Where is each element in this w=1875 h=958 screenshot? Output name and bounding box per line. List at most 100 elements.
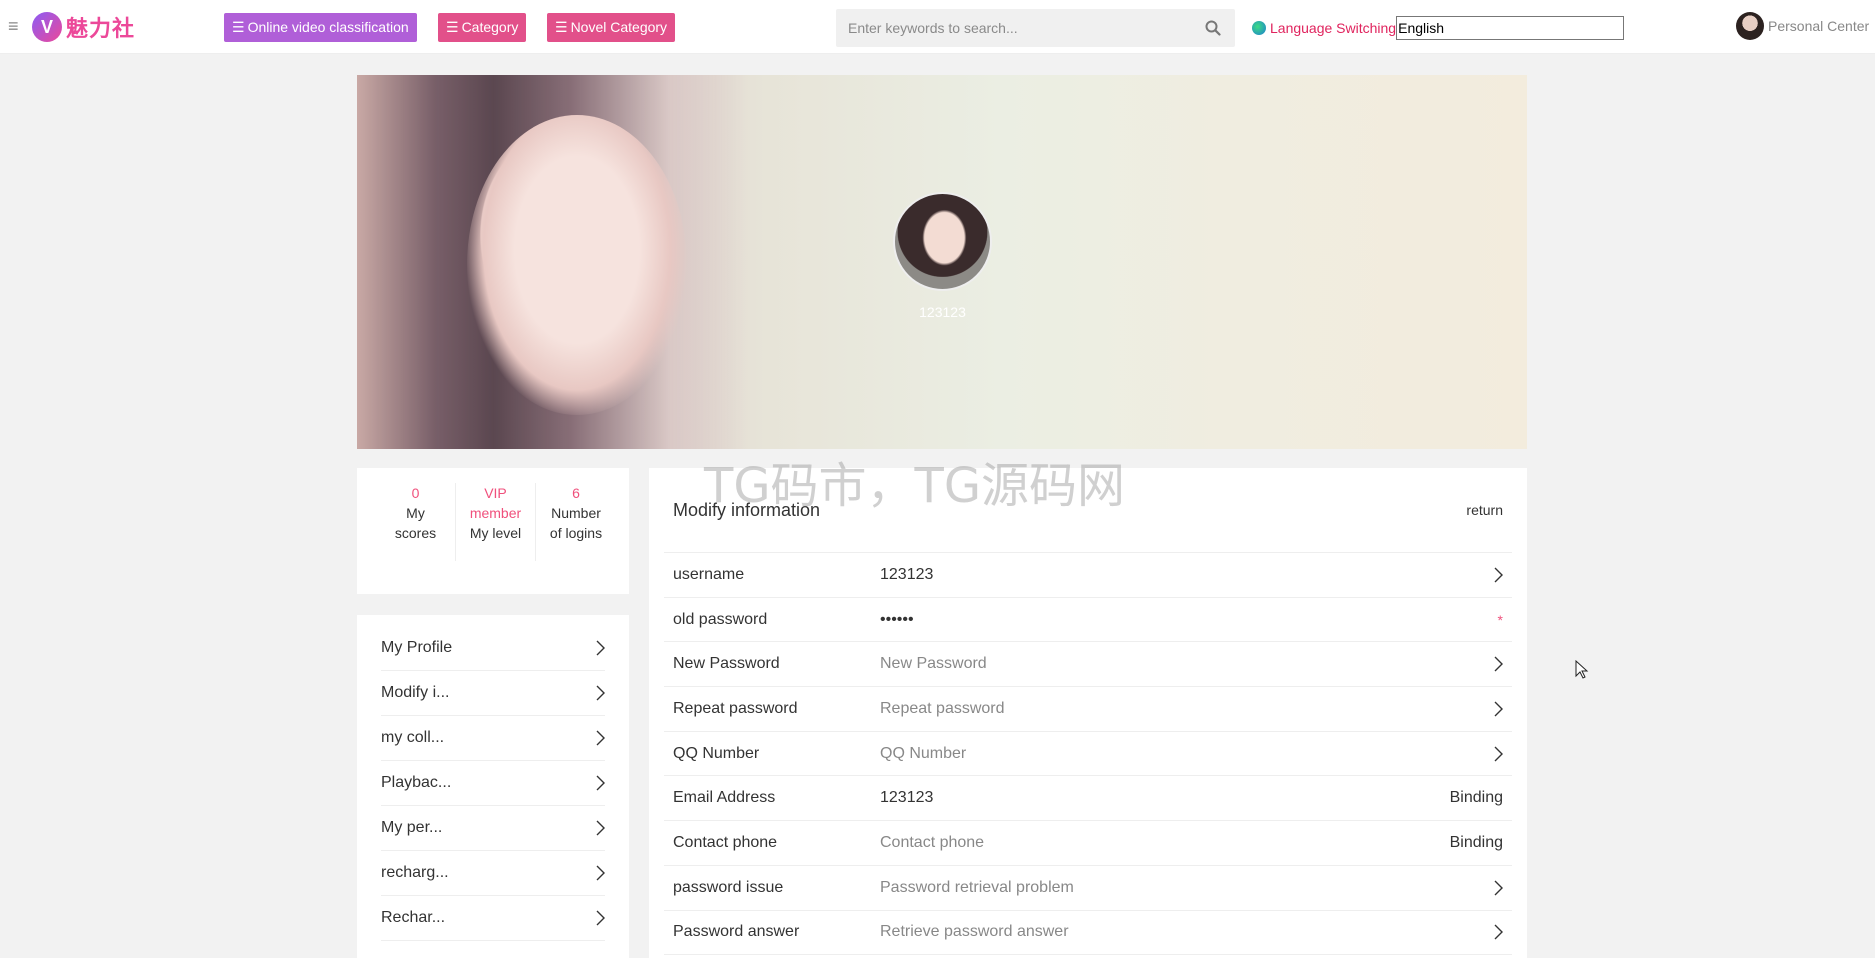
email-value: 123123 — [880, 789, 934, 807]
language-switcher: Language Switching English — [1252, 16, 1625, 40]
field-label: QQ Number — [673, 744, 760, 762]
repeat-password-field[interactable] — [880, 699, 1433, 718]
language-select[interactable]: English — [1396, 16, 1625, 40]
chevron-right-icon — [1494, 656, 1503, 672]
stat-value: 6 — [572, 485, 580, 501]
list-icon: ☰ — [446, 19, 459, 35]
avatar-icon — [1736, 12, 1764, 40]
banner-photo-face — [467, 115, 687, 415]
nav-novel-category[interactable]: ☰ Novel Category — [547, 13, 676, 42]
top-header: ≡ V 魅力社 ☰ Online video classification ☰ Ca… — [0, 0, 1875, 54]
side-item-my-permissions[interactable]: My per... — [381, 806, 605, 851]
side-item-recharge[interactable]: recharg... — [381, 851, 605, 896]
stat-scores[interactable]: 0 My scores — [376, 483, 456, 561]
password-answer-field[interactable] — [880, 923, 1433, 942]
field-label: password issue — [673, 878, 784, 896]
required-mark: * — [1497, 611, 1503, 628]
field-label: Password answer — [673, 923, 800, 941]
form-row-username[interactable]: username 123123 — [664, 553, 1512, 598]
stat-label-line: Number — [551, 505, 601, 521]
form-row-repeat-password[interactable]: Repeat password — [664, 687, 1512, 732]
email-binding-button[interactable]: Binding — [1433, 789, 1503, 807]
side-item-recharge-record[interactable]: Rechar... — [381, 896, 605, 941]
side-item-label: My per... — [381, 819, 443, 836]
personal-center-label: Personal Center — [1768, 18, 1870, 34]
field-label: Contact phone — [673, 833, 778, 851]
user-avatar[interactable] — [893, 192, 992, 291]
chevron-right-icon — [596, 910, 605, 926]
side-menu: My Profile Modify i... my coll... Playba… — [357, 615, 629, 958]
search-box — [836, 9, 1235, 47]
menu-icon[interactable]: ≡ — [8, 17, 22, 35]
nav-label: Novel Category — [570, 19, 668, 35]
chevron-right-icon — [596, 730, 605, 746]
phone-binding-button[interactable]: Binding — [1433, 834, 1503, 852]
chevron-right-icon — [596, 865, 605, 881]
return-link[interactable]: return — [1466, 502, 1503, 518]
search-icon[interactable] — [1205, 20, 1221, 36]
language-label: Language Switching — [1270, 20, 1397, 36]
side-item-label: Playbac... — [381, 774, 452, 791]
stat-label-line: My — [406, 505, 425, 521]
search-input[interactable] — [836, 9, 1176, 47]
field-label: Repeat password — [673, 699, 798, 717]
form-row-contact-phone[interactable]: Contact phone Binding — [664, 821, 1512, 866]
side-item-my-profile[interactable]: My Profile — [381, 626, 605, 671]
globe-icon — [1252, 21, 1266, 35]
stats-card: 0 My scores VIP member My level 6 Number… — [357, 468, 629, 594]
stat-label-line: of logins — [549, 525, 603, 541]
stat-value: 0 — [411, 485, 420, 501]
side-item-playback[interactable]: Playbac... — [381, 761, 605, 806]
form-row-old-password[interactable]: old password •••••• * — [664, 598, 1512, 643]
chevron-right-icon — [1494, 746, 1503, 762]
form-row-password-answer[interactable]: Password answer — [664, 911, 1512, 956]
logo-mark: V — [32, 12, 62, 42]
list-icon: ☰ — [232, 19, 245, 35]
form-row-email[interactable]: Email Address 123123 Binding — [664, 776, 1512, 822]
banner-username: 123123 — [919, 304, 966, 320]
side-item-label: Modify i... — [381, 684, 450, 701]
field-label: username — [673, 565, 745, 583]
nav-online-video-classification[interactable]: ☰ Online video classification — [224, 13, 417, 42]
stat-logins[interactable]: 6 Number of logins — [536, 483, 616, 561]
side-item-my-collection[interactable]: my coll... — [381, 716, 605, 761]
nav-label: Online video classification — [247, 19, 409, 35]
watermark-text: TG码市，TG源码网 — [704, 458, 1126, 514]
chevron-right-icon — [596, 775, 605, 791]
stat-level[interactable]: VIP member My level — [456, 483, 536, 561]
field-label: old password — [673, 610, 768, 628]
new-password-field[interactable] — [880, 655, 1433, 674]
stat-label-line: scores — [394, 525, 437, 541]
qq-number-field[interactable] — [880, 744, 1433, 763]
old-password-field[interactable]: •••••• — [880, 611, 1433, 629]
password-question-field[interactable] — [880, 878, 1433, 897]
nav-label: Category — [461, 19, 519, 35]
logo-text: 魅力社 — [66, 17, 136, 42]
form-row-new-password[interactable]: New Password — [664, 642, 1512, 688]
field-label: Email Address — [673, 789, 776, 807]
chevron-right-icon — [1494, 701, 1503, 717]
contact-phone-field[interactable] — [880, 833, 1433, 852]
chevron-right-icon — [596, 820, 605, 836]
side-item-label: my coll... — [381, 729, 445, 746]
form-row-password-issue[interactable]: password issue — [664, 866, 1512, 911]
mouse-cursor-icon — [1575, 660, 1589, 679]
side-item-label: recharg... — [381, 864, 449, 881]
side-item-label: Rechar... — [381, 909, 446, 926]
username-value: 123123 — [880, 565, 934, 583]
stat-label-line: My level — [469, 525, 522, 541]
personal-center-link[interactable]: Personal Center — [1736, 12, 1869, 40]
site-logo[interactable]: V 魅力社 — [32, 12, 135, 42]
modify-info-panel: Modify information return username 12312… — [649, 468, 1527, 958]
stat-value: VIP — [484, 485, 507, 501]
field-label: New Password — [673, 655, 780, 673]
form-row-qq-number[interactable]: QQ Number — [664, 732, 1512, 777]
side-item-modify-info[interactable]: Modify i... — [381, 671, 605, 716]
stat-label-line: member — [469, 505, 522, 521]
chevron-right-icon — [596, 685, 605, 701]
list-icon: ☰ — [555, 19, 568, 35]
chevron-right-icon — [596, 640, 605, 656]
chevron-right-icon — [1494, 880, 1503, 896]
nav-category[interactable]: ☰ Category — [438, 13, 527, 42]
chevron-right-icon — [1494, 567, 1503, 583]
